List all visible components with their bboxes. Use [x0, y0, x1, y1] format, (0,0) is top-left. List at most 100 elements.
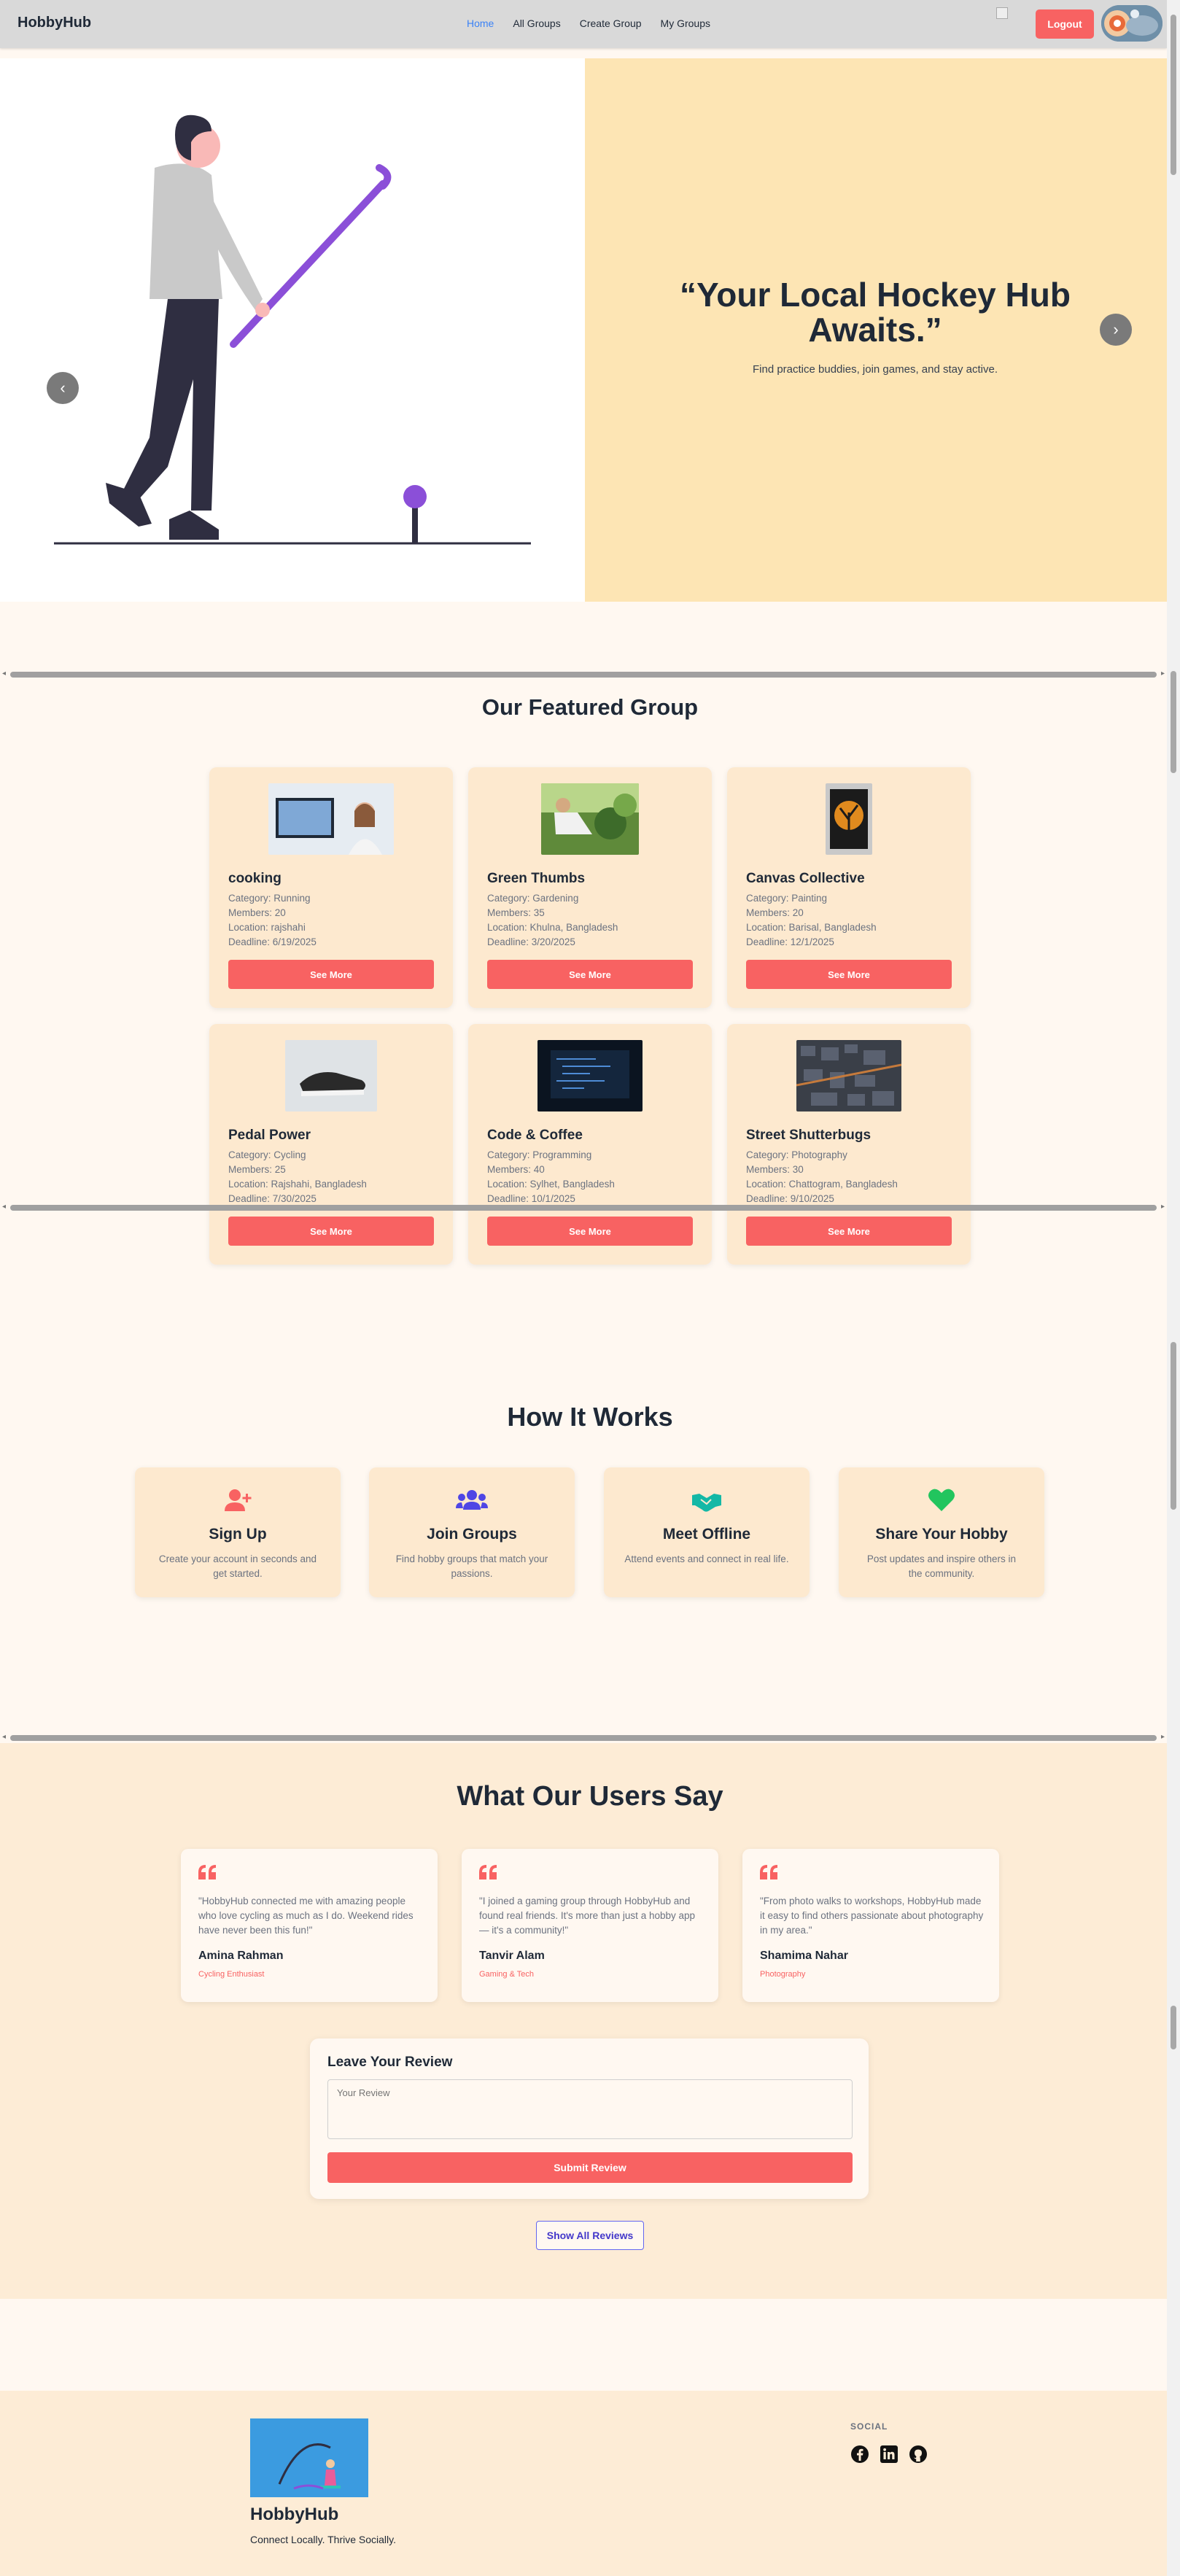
- nav-all-groups[interactable]: All Groups: [513, 18, 560, 29]
- testimonial-name: Amina Rahman: [198, 1950, 284, 1962]
- group-image: [537, 1040, 643, 1112]
- user-plus-icon: [135, 1488, 341, 1513]
- group-deadline: Deadline: 12/1/2025: [746, 936, 834, 947]
- handshake-icon: [604, 1488, 810, 1513]
- how-card-share-hobby: Share Your Hobby Post updates and inspir…: [839, 1467, 1044, 1597]
- scroll-right-icon[interactable]: ▸: [1161, 1203, 1165, 1211]
- group-card: Code & Coffee Category: Programming Memb…: [468, 1024, 712, 1265]
- group-category: Category: Running: [228, 893, 311, 904]
- see-more-button[interactable]: See More: [746, 1217, 952, 1246]
- footer: [0, 2391, 1167, 2576]
- quote-icon: [760, 1865, 777, 1883]
- scrollbar-thumb[interactable]: [1171, 671, 1176, 773]
- testimonial-name: Tanvir Alam: [479, 1950, 545, 1962]
- scroll-right-icon[interactable]: ▸: [1161, 670, 1165, 678]
- navbar: HobbyHub Home All Groups Create Group My…: [0, 0, 1167, 48]
- review-form: Leave Your Review Submit Review: [310, 2038, 869, 2199]
- see-more-button[interactable]: See More: [487, 960, 693, 989]
- group-location: Location: Khulna, Bangladesh: [487, 922, 618, 933]
- how-step-desc: Create your account in seconds and get s…: [158, 1553, 317, 1579]
- how-title: How It Works: [507, 1402, 673, 1432]
- group-name: Pedal Power: [228, 1128, 311, 1143]
- show-all-reviews-button[interactable]: Show All Reviews: [536, 2221, 644, 2250]
- group-category: Category: Painting: [746, 893, 828, 904]
- social-title: SOCIAL: [850, 2421, 888, 2432]
- group-members: Members: 25: [228, 1164, 286, 1175]
- group-location: Location: rajshahi: [228, 922, 306, 933]
- group-members: Members: 20: [228, 907, 286, 918]
- scroll-left-icon[interactable]: ◂: [2, 1733, 6, 1741]
- nav-create-group[interactable]: Create Group: [580, 18, 642, 29]
- review-textarea[interactable]: [327, 2079, 853, 2139]
- testimonial-role: Gaming & Tech: [479, 1970, 535, 1979]
- group-image: [285, 1040, 377, 1112]
- horizontal-scrollbar[interactable]: ◂ ▸: [0, 1732, 1167, 1742]
- nav-my-groups[interactable]: My Groups: [661, 18, 710, 29]
- group-category: Category: Cycling: [228, 1149, 306, 1160]
- logout-button[interactable]: Logout: [1036, 9, 1094, 39]
- footer-brand: HobbyHub: [250, 2505, 339, 2524]
- group-card: cooking Category: Running Members: 20 Lo…: [209, 767, 453, 1008]
- scrollbar-thumb[interactable]: [10, 1735, 1157, 1741]
- carousel-prev-button[interactable]: ‹: [47, 372, 79, 404]
- scrollbar-thumb[interactable]: [1171, 2006, 1176, 2049]
- see-more-button[interactable]: See More: [746, 960, 952, 989]
- group-card: Street Shutterbugs Category: Photography…: [727, 1024, 971, 1265]
- testimonial-role: Photography: [760, 1970, 806, 1979]
- scroll-left-icon[interactable]: ◂: [2, 1203, 6, 1211]
- hero-subtitle: Find practice buddies, join games, and s…: [752, 363, 998, 376]
- how-step-title: Meet Offline: [662, 1526, 751, 1543]
- group-name: Green Thumbs: [487, 871, 586, 886]
- review-title: Leave Your Review: [327, 2055, 453, 2070]
- group-card: Pedal Power Category: Cycling Members: 2…: [209, 1024, 453, 1265]
- nav-home[interactable]: Home: [467, 18, 494, 29]
- how-step-desc: Post updates and inspire others in the c…: [866, 1553, 1017, 1579]
- github-icon[interactable]: [909, 2445, 928, 2464]
- see-more-button[interactable]: See More: [228, 960, 434, 989]
- group-members: Members: 30: [746, 1164, 804, 1175]
- testimonials-title: What Our Users Say: [457, 1781, 723, 1812]
- how-step-desc: Find hobby groups that match your passio…: [395, 1553, 548, 1579]
- scroll-left-icon[interactable]: ◂: [2, 670, 6, 678]
- group-members: Members: 40: [487, 1164, 545, 1175]
- social-icons: [850, 2445, 928, 2464]
- scroll-right-icon[interactable]: ▸: [1161, 1733, 1165, 1741]
- facebook-icon[interactable]: [850, 2445, 869, 2464]
- testimonial-card: "HobbyHub connected me with amazing peop…: [181, 1849, 438, 2002]
- chevron-right-icon: ›: [1113, 320, 1119, 338]
- group-image: [796, 1040, 901, 1112]
- testimonial-text: "I joined a gaming group through HobbyHu…: [479, 1896, 696, 1936]
- brand-logo[interactable]: HobbyHub: [18, 15, 91, 31]
- nav-links: Home All Groups Create Group My Groups: [467, 18, 710, 29]
- testimonial-role: Cycling Enthusiast: [198, 1970, 265, 1979]
- featured-title: Our Featured Group: [481, 694, 699, 720]
- group-name: Code & Coffee: [487, 1128, 583, 1143]
- avatar[interactable]: [1101, 5, 1162, 42]
- scrollbar-thumb[interactable]: [10, 1205, 1157, 1211]
- carousel-next-button[interactable]: ›: [1100, 314, 1132, 346]
- hockey-player-illustration: [54, 115, 531, 545]
- users-icon: [369, 1488, 575, 1513]
- group-image: [268, 783, 394, 855]
- group-name: Canvas Collective: [746, 871, 865, 886]
- group-location: Location: Barisal, Bangladesh: [746, 922, 877, 933]
- how-step-title: Join Groups: [427, 1526, 517, 1543]
- linkedin-icon[interactable]: [880, 2445, 898, 2464]
- scrollbar-thumb[interactable]: [1171, 15, 1176, 175]
- horizontal-scrollbar[interactable]: ◂ ▸: [0, 1202, 1167, 1212]
- page-scrollbar[interactable]: [1167, 0, 1180, 2576]
- group-location: Location: Sylhet, Bangladesh: [487, 1179, 615, 1190]
- group-deadline: Deadline: 6/19/2025: [228, 936, 317, 947]
- horizontal-scrollbar[interactable]: ◂ ▸: [0, 669, 1167, 679]
- submit-review-button[interactable]: Submit Review: [327, 2152, 853, 2183]
- see-more-button[interactable]: See More: [228, 1217, 434, 1246]
- how-step-title: Share Your Hobby: [875, 1526, 1008, 1543]
- broken-image-icon: [996, 7, 1008, 19]
- see-more-button[interactable]: See More: [487, 1217, 693, 1246]
- chevron-left-icon: ‹: [60, 379, 66, 397]
- scrollbar-thumb[interactable]: [10, 672, 1157, 678]
- group-category: Category: Programming: [487, 1149, 592, 1160]
- testimonial-name: Shamima Nahar: [760, 1950, 848, 1962]
- group-members: Members: 20: [746, 907, 804, 918]
- group-deadline: Deadline: 3/20/2025: [487, 936, 575, 947]
